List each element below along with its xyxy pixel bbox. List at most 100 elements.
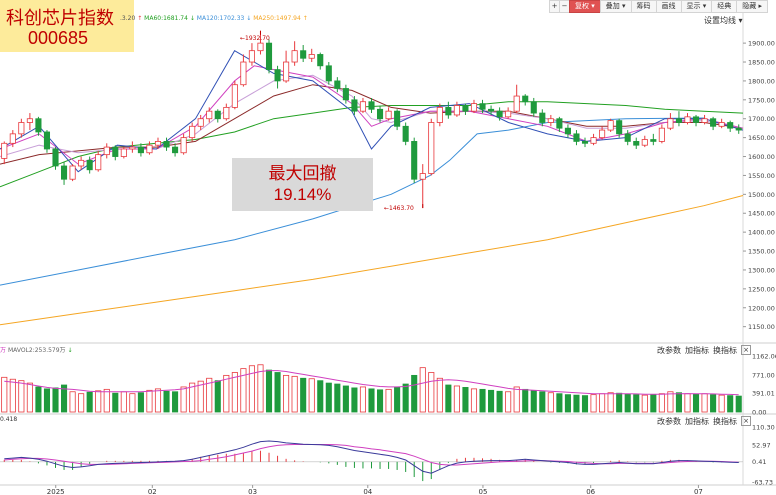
candle-body	[376, 108, 384, 120]
candle-body	[530, 101, 537, 114]
volume-switch-indicator-link[interactable]: 换指标	[713, 345, 737, 356]
candle-body	[684, 116, 691, 123]
candle-body	[641, 139, 648, 146]
macd-tick-label: -63.73	[752, 479, 773, 487]
chip-distribution-button[interactable]: 筹码	[630, 0, 657, 13]
candle-body	[223, 106, 230, 120]
ma20-line	[0, 74, 744, 157]
candle-body	[86, 159, 93, 171]
volume-bar	[26, 382, 33, 413]
volume-bar	[95, 390, 102, 413]
candle-body	[206, 110, 213, 120]
chart-toolbar: + − 复权 ▾ 叠加 ▾ 筹码 画线 显示 ▾ 经典 隐藏 ▸	[549, 0, 768, 13]
candle-body	[257, 42, 264, 52]
volume-bar	[43, 388, 51, 413]
volume-bar	[317, 380, 324, 413]
low-price-label: ←1463.70	[384, 205, 414, 212]
volume-bar	[581, 395, 589, 413]
candle-body	[359, 101, 367, 112]
volume-bar	[376, 389, 384, 413]
candle-body	[9, 133, 16, 144]
macd-switch-indicator-link[interactable]: 换指标	[713, 416, 737, 427]
price-tick-label: 1250.00	[748, 285, 775, 293]
volume-bar	[470, 388, 478, 413]
adjust-price-button[interactable]: 复权 ▾	[569, 0, 601, 13]
hide-button[interactable]: 隐藏 ▸	[736, 0, 768, 13]
volume-bar	[436, 377, 443, 413]
date-tick-label: 07	[694, 488, 703, 495]
volume-bar	[137, 392, 144, 413]
classic-button[interactable]: 经典	[711, 0, 738, 13]
candle-body	[667, 118, 674, 129]
price-tick-label: 1200.00	[748, 304, 775, 312]
macd-value: 0.418	[0, 416, 18, 423]
candle-body	[334, 80, 341, 89]
macd-add-indicator-link[interactable]: 加指标	[685, 416, 709, 427]
volume-bar	[522, 388, 529, 413]
volume-ma-legend: MAVOL2:253.579万	[7, 347, 66, 354]
volume-bar	[428, 372, 435, 413]
macd-change-params-link[interactable]: 改参数	[657, 416, 681, 427]
volume-bar	[650, 394, 657, 413]
date-tick-label: 03	[248, 488, 257, 495]
volume-bar	[641, 394, 648, 413]
volume-bar	[496, 390, 503, 413]
candle-body	[197, 118, 204, 127]
volume-bar	[231, 372, 238, 413]
ma-settings-link[interactable]: 设置均线 ▾	[704, 15, 743, 26]
candle-body	[692, 116, 700, 123]
candle-body	[710, 118, 717, 127]
candle-body	[26, 118, 33, 123]
candle-body	[581, 141, 589, 144]
volume-add-indicator-link[interactable]: 加指标	[685, 345, 709, 356]
volume-bar	[590, 394, 597, 413]
candle-body	[240, 61, 247, 86]
index-name: 科创芯片指数	[6, 8, 114, 28]
candle-body	[496, 110, 503, 118]
volume-bar	[214, 380, 221, 413]
candle-body	[112, 146, 119, 157]
price-tick-label: 1350.00	[748, 248, 775, 256]
volume-bar	[223, 374, 230, 413]
candle-body	[308, 54, 315, 59]
candle-body	[599, 129, 606, 139]
date-tick-label: 2025	[47, 488, 65, 495]
volume-bar	[710, 394, 717, 413]
candle-body	[368, 101, 375, 110]
volume-tick-label: 391.01	[752, 390, 775, 398]
candle-body	[18, 122, 25, 135]
draw-line-button[interactable]: 画线	[655, 0, 682, 13]
volume-bar	[692, 393, 700, 413]
candle-body	[470, 103, 478, 112]
candle-body	[658, 127, 665, 142]
overlay-button[interactable]: 叠加 ▾	[599, 0, 632, 13]
candle-body	[265, 42, 273, 70]
candle-body	[513, 95, 520, 112]
legend-arrow-down-icon: ↓	[189, 15, 195, 22]
volume-bar	[112, 392, 119, 413]
legend-ma120: MA120:1702.33	[196, 15, 245, 22]
volume-change-params-link[interactable]: 改参数	[657, 345, 681, 356]
max-drawdown-label: 最大回撤	[268, 164, 337, 183]
candle-body	[607, 120, 614, 131]
candle-body	[453, 105, 460, 116]
volume-bar	[146, 389, 153, 413]
volume-bar	[684, 393, 691, 413]
display-button[interactable]: 显示 ▾	[680, 0, 713, 13]
volume-bar	[368, 388, 375, 413]
volume-tick-label: 771.00	[752, 371, 775, 379]
macd-close-icon[interactable]: ×	[741, 416, 751, 426]
legend-arrow-down-icon: ↓	[246, 15, 252, 22]
volume-close-icon[interactable]: ×	[741, 345, 751, 355]
volume-bar	[342, 385, 349, 413]
volume-bar	[599, 393, 606, 413]
volume-bar	[607, 392, 614, 413]
candle-body	[522, 95, 529, 103]
volume-bar	[18, 380, 25, 413]
volume-bar	[103, 388, 110, 413]
macd-panel-links: 改参数 加指标 换指标 ×	[657, 416, 751, 427]
candle-body	[180, 137, 187, 154]
volume-bar	[573, 394, 580, 413]
candle-body	[172, 146, 179, 154]
price-tick-label: 1300.00	[748, 266, 775, 274]
